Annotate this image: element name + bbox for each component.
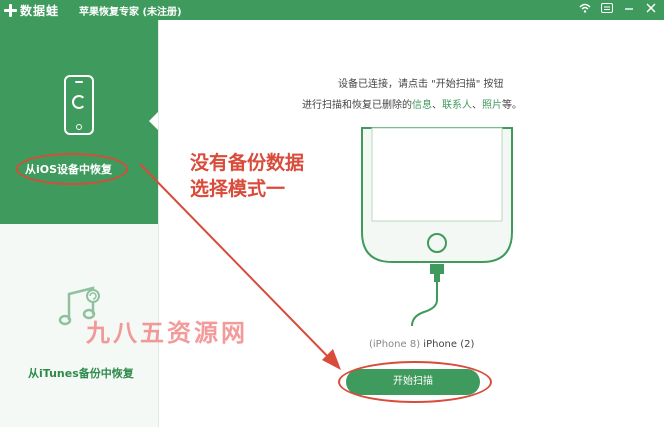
annotation-circle-scan: [338, 361, 492, 403]
watermark-text: 九八五资源网: [86, 319, 248, 347]
device-name: iPhone (2): [423, 339, 475, 350]
device-name-label: (iPhone 8) iPhone (2): [369, 339, 474, 350]
annotation-arrow: [139, 163, 341, 370]
device-model: (iPhone 8): [369, 339, 421, 350]
